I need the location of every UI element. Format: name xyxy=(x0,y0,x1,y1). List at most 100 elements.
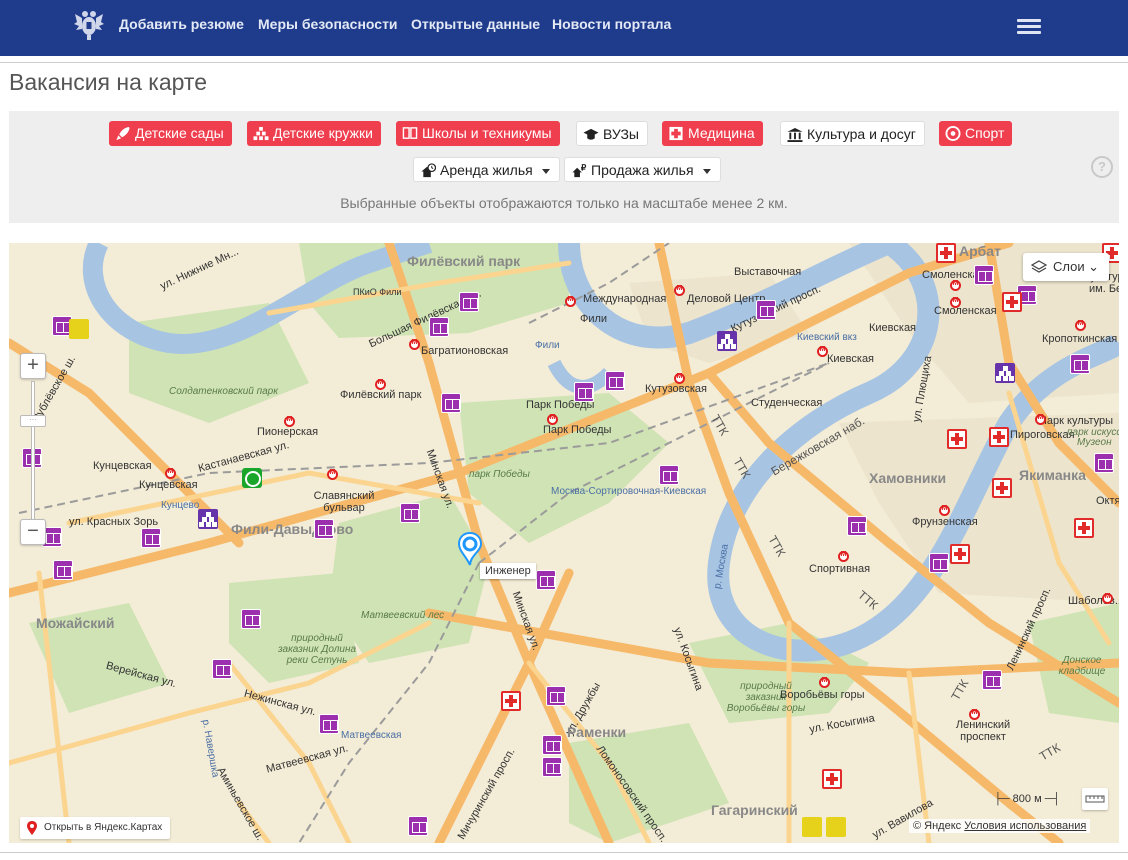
terms-of-use-link[interactable]: Условия использования xyxy=(964,820,1086,832)
medicine-icon[interactable] xyxy=(992,478,1012,498)
school-icon[interactable] xyxy=(756,300,776,320)
medicine-icon[interactable] xyxy=(936,243,956,263)
metro-icon[interactable] xyxy=(284,416,295,427)
open-in-yandex-maps-button[interactable]: Открыть в Яндекс.Картах xyxy=(20,817,171,839)
label-studencheskaya: Студенческая xyxy=(751,397,823,409)
school-icon[interactable] xyxy=(314,519,334,539)
metro-icon[interactable] xyxy=(375,379,386,390)
school-icon[interactable] xyxy=(408,816,428,836)
scale-bar: ├─ 800 м ─┤ xyxy=(994,793,1060,805)
help-icon[interactable]: ? xyxy=(1091,156,1113,178)
label-moskva-sortirovochnaya: Москва-Сортировочная-Киевская xyxy=(551,486,707,497)
kindergarten-icon[interactable] xyxy=(826,817,846,837)
sport-icon[interactable] xyxy=(242,468,262,488)
metro-icon[interactable] xyxy=(1035,414,1046,425)
filter-culture[interactable]: Культура и досуг xyxy=(780,121,925,146)
school-icon[interactable] xyxy=(982,670,1002,690)
label-slavyansky-bulvar: Славянский бульвар xyxy=(313,490,375,514)
school-icon[interactable] xyxy=(536,570,556,590)
zoom-track[interactable] xyxy=(31,381,35,529)
school-icon[interactable] xyxy=(605,371,625,391)
select-label: Продажа жилья xyxy=(591,162,694,178)
school-icon[interactable] xyxy=(659,465,679,485)
school-icon[interactable] xyxy=(542,757,562,777)
metro-icon[interactable] xyxy=(674,285,685,296)
school-icon[interactable] xyxy=(847,516,867,536)
label-matveevsky-les: Матвеевский лес xyxy=(361,610,445,621)
chevron-down-icon xyxy=(541,169,550,174)
zoom-in-button[interactable]: + xyxy=(20,353,46,379)
school-icon[interactable] xyxy=(574,382,594,402)
metro-icon[interactable] xyxy=(950,297,961,308)
nav-safety-measures[interactable]: Меры безопасности xyxy=(258,16,398,32)
filter-label: Детские кружки xyxy=(273,125,373,141)
kindergarten-icon[interactable] xyxy=(802,817,822,837)
medicine-icon[interactable] xyxy=(950,544,970,564)
metro-icon[interactable] xyxy=(1102,593,1113,604)
select-label: Аренда жилья xyxy=(440,162,533,178)
school-icon[interactable] xyxy=(319,714,339,734)
layers-button[interactable]: Слои ⌄ xyxy=(1023,253,1109,281)
sell-housing-select[interactable]: ₽ Продажа жилья xyxy=(564,157,721,182)
metro-icon[interactable] xyxy=(327,469,338,480)
filter-schools[interactable]: Школы и техникумы xyxy=(396,121,560,146)
school-icon[interactable] xyxy=(929,553,949,573)
school-icon[interactable] xyxy=(1070,354,1090,374)
school-icon[interactable] xyxy=(441,393,461,413)
filter-universities[interactable]: ВУЗы xyxy=(576,121,648,146)
metro-icon[interactable] xyxy=(939,505,950,516)
nav-open-data[interactable]: Открытые данные xyxy=(411,16,540,32)
vacancy-marker-label[interactable]: Инженер xyxy=(480,563,536,579)
metro-icon[interactable] xyxy=(969,709,980,720)
metro-icon[interactable] xyxy=(817,346,828,357)
school-icon[interactable] xyxy=(141,528,161,548)
filter-sport[interactable]: Спорт xyxy=(939,121,1013,146)
filter-kindergartens[interactable]: Детские сады xyxy=(109,121,232,146)
book-icon xyxy=(402,127,418,139)
school-icon[interactable] xyxy=(400,503,420,523)
medicine-icon[interactable] xyxy=(989,427,1009,447)
metro-icon[interactable] xyxy=(165,468,176,479)
school-icon[interactable] xyxy=(212,659,232,679)
medicine-icon[interactable] xyxy=(1002,292,1022,312)
metro-icon[interactable] xyxy=(565,296,576,307)
metro-icon[interactable] xyxy=(950,280,961,291)
nav-portal-news[interactable]: Новости портала xyxy=(552,16,671,32)
school-icon[interactable] xyxy=(53,560,73,580)
school-icon[interactable] xyxy=(459,292,479,312)
label-frunzenskaya: Фрунзенская xyxy=(912,516,978,528)
kids-club-icon[interactable] xyxy=(995,363,1015,383)
svg-text:₽: ₽ xyxy=(581,163,586,173)
map[interactable]: Филёвский парк Арбат ул. Нижние Мн... ПК… xyxy=(9,243,1119,843)
coat-of-arms-icon[interactable] xyxy=(72,8,106,42)
school-icon[interactable] xyxy=(974,265,994,285)
zoom-out-button[interactable]: − xyxy=(20,519,46,545)
school-icon[interactable] xyxy=(542,735,562,755)
school-icon[interactable] xyxy=(241,609,261,629)
filter-medicine[interactable]: Медицина xyxy=(662,121,763,146)
medicine-icon[interactable] xyxy=(822,769,842,789)
kids-club-icon[interactable] xyxy=(717,331,737,351)
metro-icon[interactable] xyxy=(409,339,420,350)
medicine-icon[interactable] xyxy=(501,691,521,711)
kindergarten-icon[interactable] xyxy=(69,319,89,339)
filter-kids-clubs[interactable]: Детские кружки xyxy=(247,121,381,146)
metro-icon[interactable] xyxy=(547,414,558,425)
school-icon[interactable] xyxy=(1094,453,1114,473)
hamburger-menu-icon[interactable] xyxy=(1017,19,1041,35)
metro-icon[interactable] xyxy=(819,677,830,688)
metro-icon[interactable] xyxy=(1075,320,1086,331)
school-icon[interactable] xyxy=(546,686,566,706)
rent-housing-select[interactable]: Аренда жилья xyxy=(413,157,560,182)
kids-club-icon[interactable] xyxy=(198,509,218,529)
vacancy-marker-icon[interactable] xyxy=(458,532,482,566)
zoom-slider-handle[interactable]: ··· xyxy=(20,415,46,427)
school-icon[interactable] xyxy=(429,317,449,337)
page-title: Вакансия на карте xyxy=(9,69,207,95)
ruler-button[interactable] xyxy=(1082,788,1108,810)
metro-icon[interactable] xyxy=(674,373,685,384)
metro-icon[interactable] xyxy=(838,551,849,562)
medicine-icon[interactable] xyxy=(1074,518,1094,538)
nav-add-resume[interactable]: Добавить резюме xyxy=(119,16,244,32)
medicine-icon[interactable] xyxy=(947,429,967,449)
